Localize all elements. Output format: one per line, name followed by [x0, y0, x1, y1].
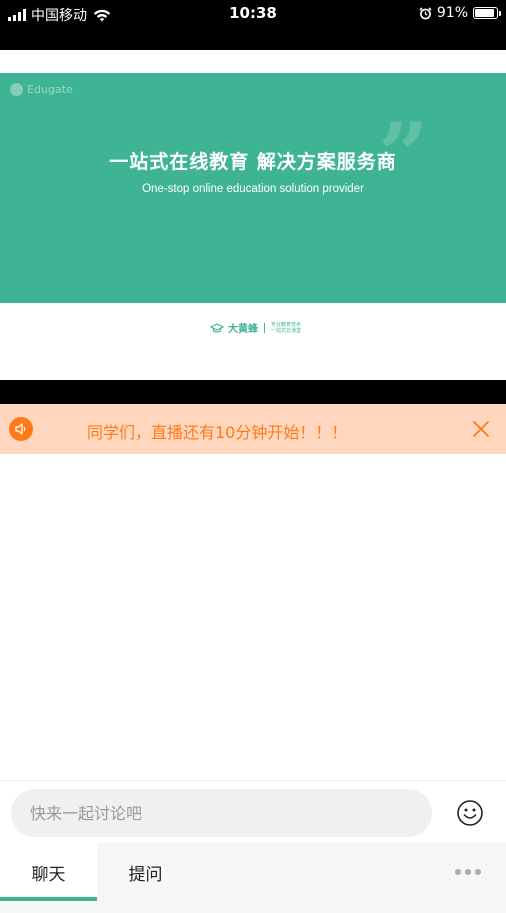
watermark-logo-icon	[10, 83, 23, 96]
banner-subline: One-stop online education solution provi…	[142, 183, 364, 195]
video-bottom-bar	[0, 380, 506, 404]
live-video-area[interactable]: Edugate ” 一站式在线教育 解决方案服务商 One-stop onlin…	[0, 50, 506, 380]
tab-chat[interactable]: 聊天	[0, 843, 97, 901]
battery-fill	[475, 9, 495, 17]
watermark-text: Edugate	[27, 83, 73, 96]
tab-chat-label: 聊天	[31, 864, 66, 885]
chat-input[interactable]	[11, 789, 432, 837]
announcement-text: 同学们，直播还有10分钟开始！！！	[87, 423, 348, 442]
brand-name: 大黄蜂	[228, 324, 258, 335]
watermark: Edugate	[10, 83, 73, 96]
brand-tagline: 专业教育技术 一站式云课堂	[271, 322, 301, 334]
brand-tagline-line-2: 一站式云课堂	[271, 327, 302, 334]
close-icon[interactable]	[472, 420, 490, 438]
battery-percent: 91%	[436, 5, 468, 21]
alarm-icon	[419, 6, 432, 19]
banner-headline: 一站式在线教育 解决方案服务商	[109, 151, 397, 173]
brand-logo: 大黄蜂 专业教育技术 一站式云课堂	[210, 320, 301, 335]
graduation-cap-icon	[210, 322, 224, 333]
active-tab-indicator	[0, 897, 97, 901]
more-options-icon[interactable]	[430, 843, 506, 901]
brand-tagline-line-1: 专业教育技术	[271, 321, 302, 328]
status-bar: 中国移动 10:38 91%	[0, 0, 506, 50]
emoji-icon[interactable]	[456, 799, 484, 827]
chat-message-list[interactable]	[0, 454, 506, 780]
tab-ask-label: 提问	[128, 864, 163, 885]
tab-ask[interactable]: 提问	[97, 843, 194, 901]
brand-divider	[264, 322, 265, 333]
course-banner: Edugate ” 一站式在线教育 解决方案服务商 One-stop onlin…	[0, 73, 506, 303]
announcement-banner: 同学们，直播还有10分钟开始！！！	[0, 404, 506, 454]
chat-input-row	[0, 780, 506, 843]
bottom-tab-bar: 聊天 提问	[0, 843, 506, 913]
battery-icon	[473, 7, 501, 19]
speaker-icon	[9, 417, 33, 441]
status-right: 91%	[419, 5, 501, 21]
